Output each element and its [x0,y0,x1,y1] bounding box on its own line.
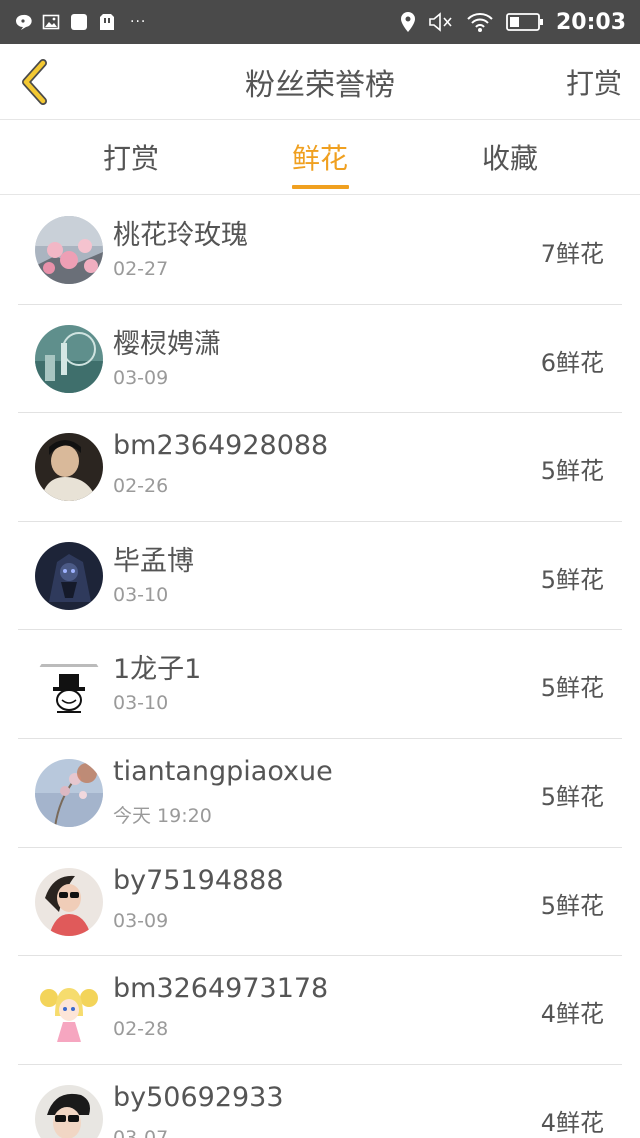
fan-name: bm2364928088 [113,430,329,462]
fan-row[interactable]: 1龙子1 03-10 5鲜花 [18,630,622,739]
nav-bar: 粉丝荣誉榜 打赏 [0,44,640,120]
mute-icon [429,12,452,32]
fan-name: 樱棂娉潇 [113,328,221,360]
flower-count: 4鲜花 [540,1000,604,1029]
status-time: 20:03 [555,9,626,35]
status-right-icons: 20:03 [400,8,626,36]
fan-date: 02-27 [113,258,169,280]
portrait-avatar[interactable] [35,433,103,502]
flower-count: 7鲜花 [540,240,604,268]
fan-name: 毕孟博 [113,545,194,577]
fan-date: 03-10 [113,583,169,606]
fan-row[interactable]: bm2364928088 02-26 5鲜花 [18,413,622,522]
sd-card-icon [100,14,114,30]
fan-date: 03-10 [113,692,169,715]
chat-icon [16,14,32,30]
tab-flowers[interactable]: 鲜花 [292,137,348,177]
page-title: 粉丝荣誉榜 [245,68,395,103]
dark-armor-avatar[interactable] [35,541,103,610]
fan-row[interactable]: 樱棂娉潇 03-09 6鲜花 [18,305,622,414]
fan-row[interactable]: by50692933 03-07 4鲜花 [18,1065,622,1138]
fan-row[interactable]: 桃花玲玫瑰 02-27 7鲜花 [18,196,622,305]
tab-reward[interactable]: 打赏 [103,137,159,177]
location-icon [400,12,415,32]
wifi-icon [467,13,493,32]
flower-photo-avatar[interactable] [35,758,103,827]
flower-count: 4鲜花 [540,1108,604,1137]
flower-count: 5鲜花 [540,891,604,920]
fan-date: 今天 19:20 [113,804,212,827]
fan-row[interactable]: 毕孟博 03-10 5鲜花 [18,522,622,631]
fan-date: 02-28 [113,1018,169,1041]
cherry-blossom-avatar[interactable] [35,216,103,284]
fan-date: 02-26 [113,475,169,498]
fan-date: 03-07 [113,1126,169,1138]
status-bar: ··· 20:03 [0,0,640,44]
flower-count: 6鲜花 [540,348,604,377]
teal-photo-avatar[interactable] [35,324,103,393]
fan-name: bm3264973178 [113,973,329,1005]
flower-count: 5鲜花 [540,565,604,594]
girl-sunglasses-avatar[interactable] [35,867,103,936]
fan-list: 桃花玲玫瑰 02-27 7鲜花 樱棂娉潇 03-09 6鲜花 bm2364928… [18,196,622,1138]
active-tab-indicator [292,185,349,189]
fan-name: by75194888 [113,864,284,896]
flower-count: 5鲜花 [540,674,604,703]
fan-date: 03-09 [113,909,169,932]
status-left-icons: ··· [14,10,146,34]
meme-hat-avatar[interactable] [35,650,103,719]
flower-count: 5鲜花 [540,782,604,811]
fan-date: 03-09 [113,366,169,389]
battery-icon [506,13,543,31]
fan-row[interactable]: bm3264973178 02-28 4鲜花 [18,956,622,1065]
boy-sunglasses-avatar[interactable] [35,1084,103,1138]
reward-button[interactable]: 打赏 [566,62,622,102]
tab-bar: 打赏 鲜花 收藏 [0,121,640,195]
fan-name: by50692933 [113,1081,284,1113]
fan-row[interactable]: by75194888 03-09 5鲜花 [18,848,622,957]
fan-row[interactable]: tiantangpiaoxue 今天 19:20 5鲜花 [18,739,622,848]
fan-name: 1龙子1 [113,654,202,686]
fan-name: 桃花玲玫瑰 [113,220,248,251]
flower-count: 5鲜花 [540,457,604,486]
fan-name: tiantangpiaoxue [113,755,333,787]
status-overflow-dots: ··· [130,14,147,30]
square-icon [71,14,87,30]
anime-girl-avatar[interactable] [35,976,103,1045]
tab-favorites[interactable]: 收藏 [482,137,538,177]
image-icon [42,14,60,30]
